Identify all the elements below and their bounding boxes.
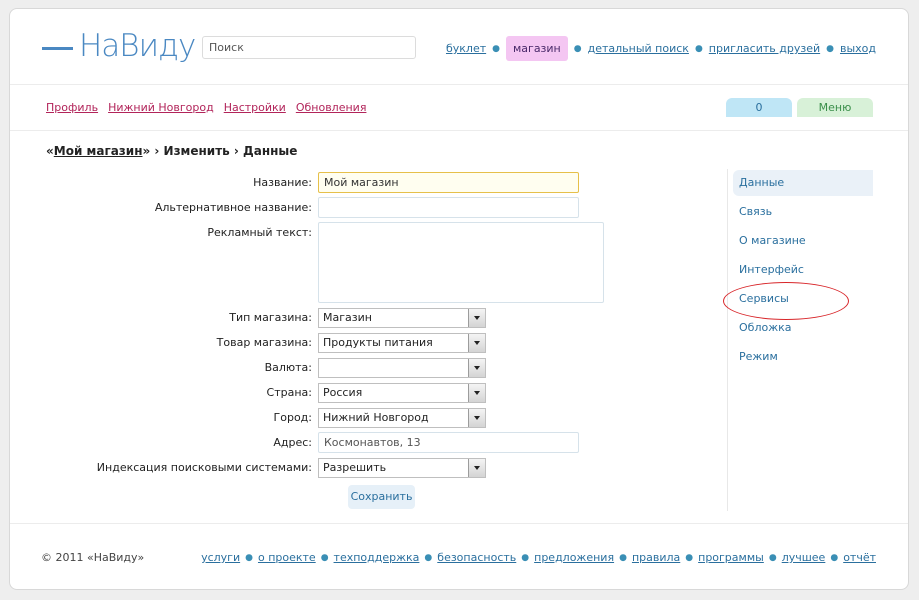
- nav-separator: ●: [573, 43, 582, 54]
- nav-shop[interactable]: магазин: [506, 36, 568, 61]
- sidebar-item-interface[interactable]: Интерфейс: [733, 257, 873, 283]
- nav-invite-friends[interactable]: пригласить друзей: [709, 42, 820, 55]
- address-input[interactable]: Космонавтов, 13: [318, 432, 579, 453]
- indexing-select[interactable]: Разрешить: [318, 458, 486, 478]
- footer-link-proposals[interactable]: предложения: [534, 551, 614, 564]
- subnav-updates[interactable]: Обновления: [296, 101, 367, 114]
- breadcrumb-quote: «: [46, 144, 54, 158]
- city-label: Город:: [273, 411, 312, 424]
- footer-separator: ●: [685, 552, 694, 563]
- shop-goods-value: Продукты питания: [323, 336, 433, 349]
- breadcrumb: «Мой магазин» › Изменить › Данные: [46, 144, 297, 158]
- sub-nav: Профиль Нижний Новгород Настройки Обновл…: [46, 101, 366, 114]
- logo-text: НаВиду: [79, 28, 196, 64]
- footer-link-rules[interactable]: правила: [632, 551, 680, 564]
- dropdown-arrow-icon[interactable]: [468, 459, 485, 477]
- breadcrumb-shop-link[interactable]: Мой магазин: [54, 144, 143, 158]
- nav-booklet[interactable]: буклет: [446, 42, 486, 55]
- search-input[interactable]: [202, 36, 416, 59]
- shop-type-select[interactable]: Магазин: [318, 308, 486, 328]
- shop-goods-select[interactable]: Продукты питания: [318, 333, 486, 353]
- sidebar-divider: [727, 169, 728, 511]
- dropdown-arrow-icon[interactable]: [468, 359, 485, 377]
- nav-separator: ●: [826, 43, 834, 54]
- subnav-divider: [10, 130, 908, 131]
- footer-link-services[interactable]: услуги: [201, 551, 240, 564]
- country-label: Страна:: [266, 386, 312, 399]
- page-frame: НаВиду буклет ● магазин ● детальный поис…: [9, 8, 909, 590]
- footer-separator: ●: [424, 552, 433, 563]
- copyright: © 2011 «НаВиду»: [41, 551, 145, 564]
- site-logo[interactable]: НаВиду: [42, 25, 196, 67]
- footer-link-security[interactable]: безопасность: [437, 551, 516, 564]
- ad-text-textarea[interactable]: [318, 222, 604, 303]
- header-divider: [10, 84, 908, 85]
- alt-name-label: Альтернативное название:: [154, 201, 312, 214]
- footer-link-programs[interactable]: программы: [698, 551, 764, 564]
- footer-link-report[interactable]: отчёт: [843, 551, 876, 564]
- dropdown-arrow-icon[interactable]: [468, 309, 485, 327]
- footer-link-about[interactable]: о проекте: [258, 551, 316, 564]
- indexing-label: Индексация поисковыми системами:: [96, 461, 312, 474]
- city-value: Нижний Новгород: [323, 411, 429, 424]
- name-input[interactable]: Мой магазин: [318, 172, 579, 193]
- nav-separator: ●: [694, 43, 703, 54]
- currency-select[interactable]: [318, 358, 486, 378]
- country-select[interactable]: Россия: [318, 383, 486, 403]
- country-value: Россия: [323, 386, 363, 399]
- dropdown-arrow-icon[interactable]: [468, 334, 485, 352]
- alt-name-input[interactable]: [318, 197, 579, 218]
- name-label: Название:: [253, 176, 312, 189]
- breadcrumb-rest: » › Изменить › Данные: [142, 144, 298, 158]
- city-select[interactable]: Нижний Новгород: [318, 408, 486, 428]
- sidebar-item-mode[interactable]: Режим: [733, 344, 873, 370]
- footer-separator: ●: [619, 552, 627, 563]
- shop-goods-label: Товар магазина:: [216, 336, 312, 349]
- nav-detailed-search[interactable]: детальный поиск: [588, 42, 689, 55]
- subnav-profile[interactable]: Профиль: [46, 101, 98, 114]
- shop-type-value: Магазин: [323, 311, 372, 324]
- counter-tab[interactable]: 0: [726, 98, 792, 117]
- subnav-settings[interactable]: Настройки: [224, 101, 286, 114]
- footer-separator: ●: [245, 552, 253, 563]
- top-nav: буклет ● магазин ● детальный поиск ● при…: [446, 36, 876, 61]
- save-button[interactable]: Сохранить: [348, 485, 415, 509]
- footer-separator: ●: [521, 552, 530, 563]
- logo-dash: [42, 46, 73, 50]
- footer-separator: ●: [830, 552, 839, 563]
- shop-type-label: Тип магазина:: [229, 311, 312, 324]
- footer-link-support[interactable]: техподдержка: [334, 551, 420, 564]
- subnav-city[interactable]: Нижний Новгород: [108, 101, 214, 114]
- nav-separator: ●: [492, 43, 500, 54]
- footer-separator: ●: [320, 552, 329, 563]
- menu-tab[interactable]: Меню: [797, 98, 873, 117]
- sidebar-item-about[interactable]: О магазине: [733, 228, 873, 254]
- footer-nav: услуги ● о проекте ● техподдержка ● безо…: [201, 551, 876, 564]
- indexing-value: Разрешить: [323, 461, 387, 474]
- currency-label: Валюта:: [264, 361, 312, 374]
- dropdown-arrow-icon[interactable]: [468, 384, 485, 402]
- ad-text-label: Рекламный текст:: [207, 226, 312, 239]
- nav-logout[interactable]: выход: [840, 42, 876, 55]
- highlight-ring: [723, 282, 849, 320]
- footer-link-best[interactable]: лучшее: [782, 551, 826, 564]
- address-label: Адрес:: [273, 436, 312, 449]
- sidebar-item-data[interactable]: Данные: [733, 170, 873, 196]
- sidebar-item-contact[interactable]: Связь: [733, 199, 873, 225]
- footer-divider: [10, 523, 908, 524]
- footer-separator: ●: [768, 552, 777, 563]
- dropdown-arrow-icon[interactable]: [468, 409, 485, 427]
